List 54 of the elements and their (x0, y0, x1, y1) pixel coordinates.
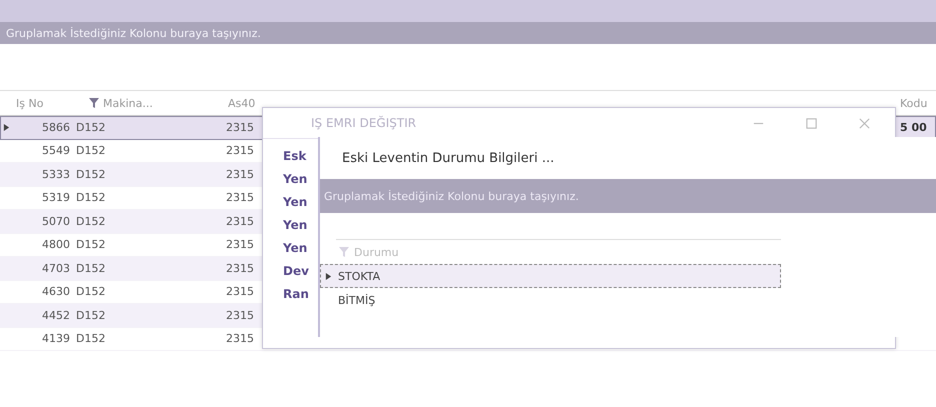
table-cell-text: D152 (75, 144, 106, 158)
list-row[interactable]: BİTMİŞ (320, 288, 781, 312)
maximize-icon[interactable] (805, 116, 818, 130)
field-label: Ran (283, 287, 310, 303)
table-cell-text: 2315 (225, 285, 255, 298)
table-cell-text: 5549 (41, 144, 71, 158)
field-label: Yen (283, 195, 308, 211)
table-cell-text: 4139 (41, 332, 71, 346)
table-cell-text: D152 (75, 238, 106, 252)
field-label: Yen (283, 218, 308, 234)
table-cell-text: D152 (75, 214, 106, 228)
table-cell-text: 5070 (41, 214, 71, 228)
field-label: Yen (283, 172, 308, 188)
filter-icon[interactable] (88, 97, 100, 109)
table-cell-text: 2315 (225, 144, 255, 158)
field-label: Esk (283, 149, 308, 165)
table-cell: 5 00 (900, 120, 927, 134)
table-cell-text: 4630 (41, 285, 71, 298)
row-indicator-icon (324, 272, 332, 280)
column-header[interactable]: Iş No (12, 96, 74, 110)
field-label: Yen (283, 241, 308, 257)
column-header[interactable]: Makina... (74, 96, 224, 110)
table-cell-text: D152 (75, 285, 106, 298)
group-hint: Gruplamak İstediğiniz Kolonu buraya taşıyınız. (324, 190, 579, 202)
table-cell-text: 4800 (41, 238, 71, 252)
table-cell-text: D152 (75, 262, 106, 275)
table-cell-text: D152 (75, 308, 106, 322)
table-cell-text: 5333 (41, 168, 71, 181)
dialog-title: IŞ EMRI DEĞIŞTIR (311, 116, 418, 130)
table-cell-text: 5319 (41, 191, 71, 204)
table-cell-text: 4703 (41, 262, 71, 275)
table-cell-text: D152 (75, 191, 106, 204)
column-header[interactable]: Durumu (336, 246, 399, 258)
table-cell-text: D152 (75, 168, 106, 181)
table-cell-text: 2315 (225, 308, 255, 322)
row-indicator-icon (2, 122, 10, 132)
table-cell-text: D152 (75, 120, 106, 134)
table-cell-text: 2315 (225, 191, 255, 204)
close-icon[interactable] (858, 116, 871, 130)
table-cell-text: D152 (75, 332, 106, 346)
panel-heading: Eski Leventin Durumu Bilgileri ... (341, 150, 556, 168)
group-hint: Gruplamak İstediğiniz Kolonu buraya taşıyınız. (6, 26, 261, 40)
table-cell-text: 2315 (225, 262, 255, 275)
list-row[interactable]: STOKTA (320, 264, 781, 288)
table-cell-text: 2315 (225, 214, 255, 228)
column-header[interactable]: As40 (224, 96, 264, 110)
column-header[interactable]: Kodu (900, 96, 936, 110)
table-cell-text: 2315 (225, 238, 255, 252)
table-cell-text: 4452 (41, 308, 71, 322)
table-cell-text: 2315 (225, 120, 255, 134)
table-cell-text: 2315 (225, 168, 255, 181)
table-cell-text: 2315 (225, 332, 255, 346)
field-label: Dev (283, 264, 310, 280)
table-cell-text: 5866 (41, 120, 71, 134)
